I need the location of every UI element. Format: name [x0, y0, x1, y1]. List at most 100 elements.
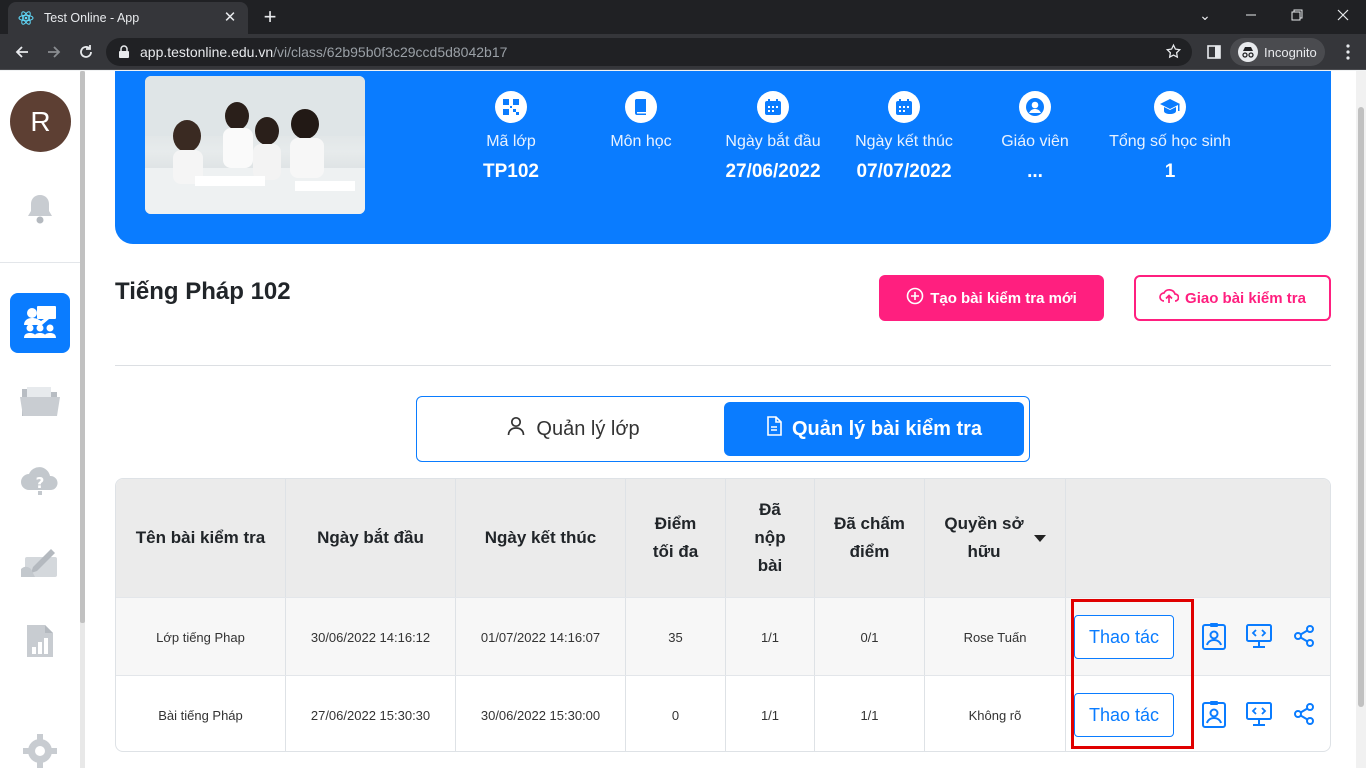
info-value [601, 161, 681, 185]
close-window-button[interactable] [1320, 0, 1366, 30]
info-teacher: Giáo viên ... [995, 91, 1075, 185]
hand-writing-icon [19, 543, 61, 584]
page-scrollbar-thumb[interactable] [1358, 107, 1364, 707]
cloud-question-icon: ? [19, 464, 61, 503]
info-student-count: Tổng số học sinh 1 [1100, 91, 1240, 185]
tab-label: Quản lý lớp [536, 417, 640, 440]
sidebar: R ? [0, 71, 80, 768]
tab-search-icon[interactable]: ⌄ [1182, 0, 1228, 30]
svg-text:?: ? [36, 474, 45, 492]
cell-graded: 1/1 [815, 676, 925, 751]
calendar-icon [757, 91, 789, 123]
bell-icon [25, 192, 55, 231]
side-panel-icon[interactable] [1200, 38, 1228, 66]
browser-toolbar: app.testonline.edu.vn/vi/class/62b95b0f3… [0, 34, 1366, 70]
browser-tab[interactable]: Test Online - App ✕ [8, 2, 248, 34]
share-icon[interactable] [1289, 699, 1319, 729]
monitor-code-icon[interactable] [1244, 621, 1274, 651]
graduation-cap-icon [1154, 91, 1186, 123]
new-tab-button[interactable]: + [258, 4, 282, 30]
monitor-code-icon[interactable] [1244, 699, 1274, 729]
sort-caret-icon[interactable] [1033, 534, 1046, 542]
sidebar-item-documents[interactable] [10, 373, 70, 433]
cell-name: Lớp tiếng Phap [116, 598, 286, 676]
info-end-date: Ngày kết thúc 07/07/2022 [849, 91, 959, 185]
cloud-upload-icon [1159, 288, 1180, 308]
create-test-label: Tạo bài kiểm tra mới [930, 289, 1077, 307]
tab-manage-class[interactable]: Quản lý lớp [423, 402, 723, 456]
section-divider [115, 365, 1331, 366]
info-class-code: Mã lớp TP102 [471, 91, 551, 185]
id-badge-icon[interactable] [1199, 621, 1229, 651]
react-icon [18, 10, 34, 26]
browser-menu-icon[interactable] [1334, 38, 1362, 66]
book-icon [625, 91, 657, 123]
info-value: 07/07/2022 [856, 161, 952, 182]
sidebar-item-notifications[interactable] [10, 181, 70, 241]
col-header-end: Ngày kết thúc [456, 479, 626, 597]
user-icon [1019, 91, 1051, 123]
sidebar-item-class-management[interactable] [10, 293, 70, 353]
tab-manage-tests[interactable]: Quản lý bài kiểm tra [724, 402, 1024, 456]
tab-label: Quản lý bài kiểm tra [791, 417, 983, 440]
highlight-box [1071, 599, 1194, 749]
reload-button[interactable] [72, 38, 100, 66]
info-value: 1 [1164, 161, 1176, 182]
sidebar-item-question-bank[interactable]: ? [10, 453, 70, 513]
cell-end: 01/07/2022 14:16:07 [456, 598, 626, 676]
incognito-icon [1238, 42, 1258, 62]
class-info-banner: Mã lớp TP102 Môn học Ngày bắt đầu 27/06/… [115, 71, 1331, 244]
cell-end: 30/06/2022 15:30:00 [456, 676, 626, 751]
cell-submitted: 1/1 [726, 676, 815, 751]
person-icon [506, 416, 526, 442]
user-avatar[interactable]: R [10, 91, 71, 152]
address-bar[interactable]: app.testonline.edu.vn/vi/class/62b95b0f3… [106, 38, 1192, 66]
info-start-date: Ngày bắt đầu 27/06/2022 [718, 91, 828, 185]
cell-graded: 0/1 [815, 598, 925, 676]
cell-owner: Rose Tuấn [925, 598, 1066, 676]
col-header-actions [1066, 479, 1330, 597]
col-header-submitted: Đã nộp bài [726, 479, 815, 597]
col-header-start: Ngày bắt đầu [286, 479, 456, 597]
forward-button[interactable] [40, 38, 68, 66]
sidebar-item-grading[interactable] [10, 533, 70, 593]
info-label: Môn học [610, 133, 672, 150]
back-button[interactable] [8, 38, 36, 66]
report-chart-icon [25, 623, 55, 664]
info-value: ... [1027, 161, 1043, 182]
lock-icon [118, 45, 130, 59]
page-scrollbar[interactable] [1356, 71, 1366, 768]
incognito-indicator[interactable]: Incognito [1230, 38, 1325, 66]
plus-circle-icon [906, 287, 924, 309]
cell-max-score: 35 [626, 598, 726, 676]
cell-name: Bài tiếng Pháp [116, 676, 286, 751]
assign-test-button[interactable]: Giao bài kiểm tra [1134, 275, 1331, 321]
sidebar-item-settings[interactable] [10, 723, 70, 768]
bookmark-star-icon[interactable] [1165, 43, 1182, 63]
sidebar-divider [0, 262, 80, 263]
assign-test-label: Giao bài kiểm tra [1185, 289, 1306, 307]
qr-code-icon [495, 91, 527, 123]
info-subject: Môn học [601, 91, 681, 185]
info-value: TP102 [483, 161, 539, 182]
share-icon[interactable] [1289, 621, 1319, 651]
id-badge-icon[interactable] [1199, 699, 1229, 729]
table-header: Tên bài kiểm tra Ngày bắt đầu Ngày kết t… [116, 479, 1330, 597]
restore-button[interactable] [1274, 0, 1320, 30]
col-header-max-score: Điểm tối đa [626, 479, 726, 597]
info-label: Ngày bắt đầu [725, 133, 821, 150]
sidebar-item-reports[interactable] [10, 613, 70, 673]
page-title: Tiếng Pháp 102 [115, 278, 291, 305]
calendar-icon [888, 91, 920, 123]
classroom-icon [20, 303, 60, 344]
sidebar-scrollbar-thumb[interactable] [80, 71, 85, 623]
create-test-button[interactable]: Tạo bài kiểm tra mới [879, 275, 1104, 321]
minimize-button[interactable] [1228, 0, 1274, 30]
folder-icon [19, 383, 61, 424]
close-tab-icon[interactable]: ✕ [222, 10, 238, 26]
view-switcher: Quản lý lớp Quản lý bài kiểm tra [416, 396, 1030, 462]
cell-owner: Không rõ [925, 676, 1066, 751]
sidebar-scrollbar[interactable] [80, 71, 85, 768]
col-header-owner[interactable]: Quyền sở hữu [925, 479, 1066, 597]
incognito-label: Incognito [1264, 44, 1317, 60]
